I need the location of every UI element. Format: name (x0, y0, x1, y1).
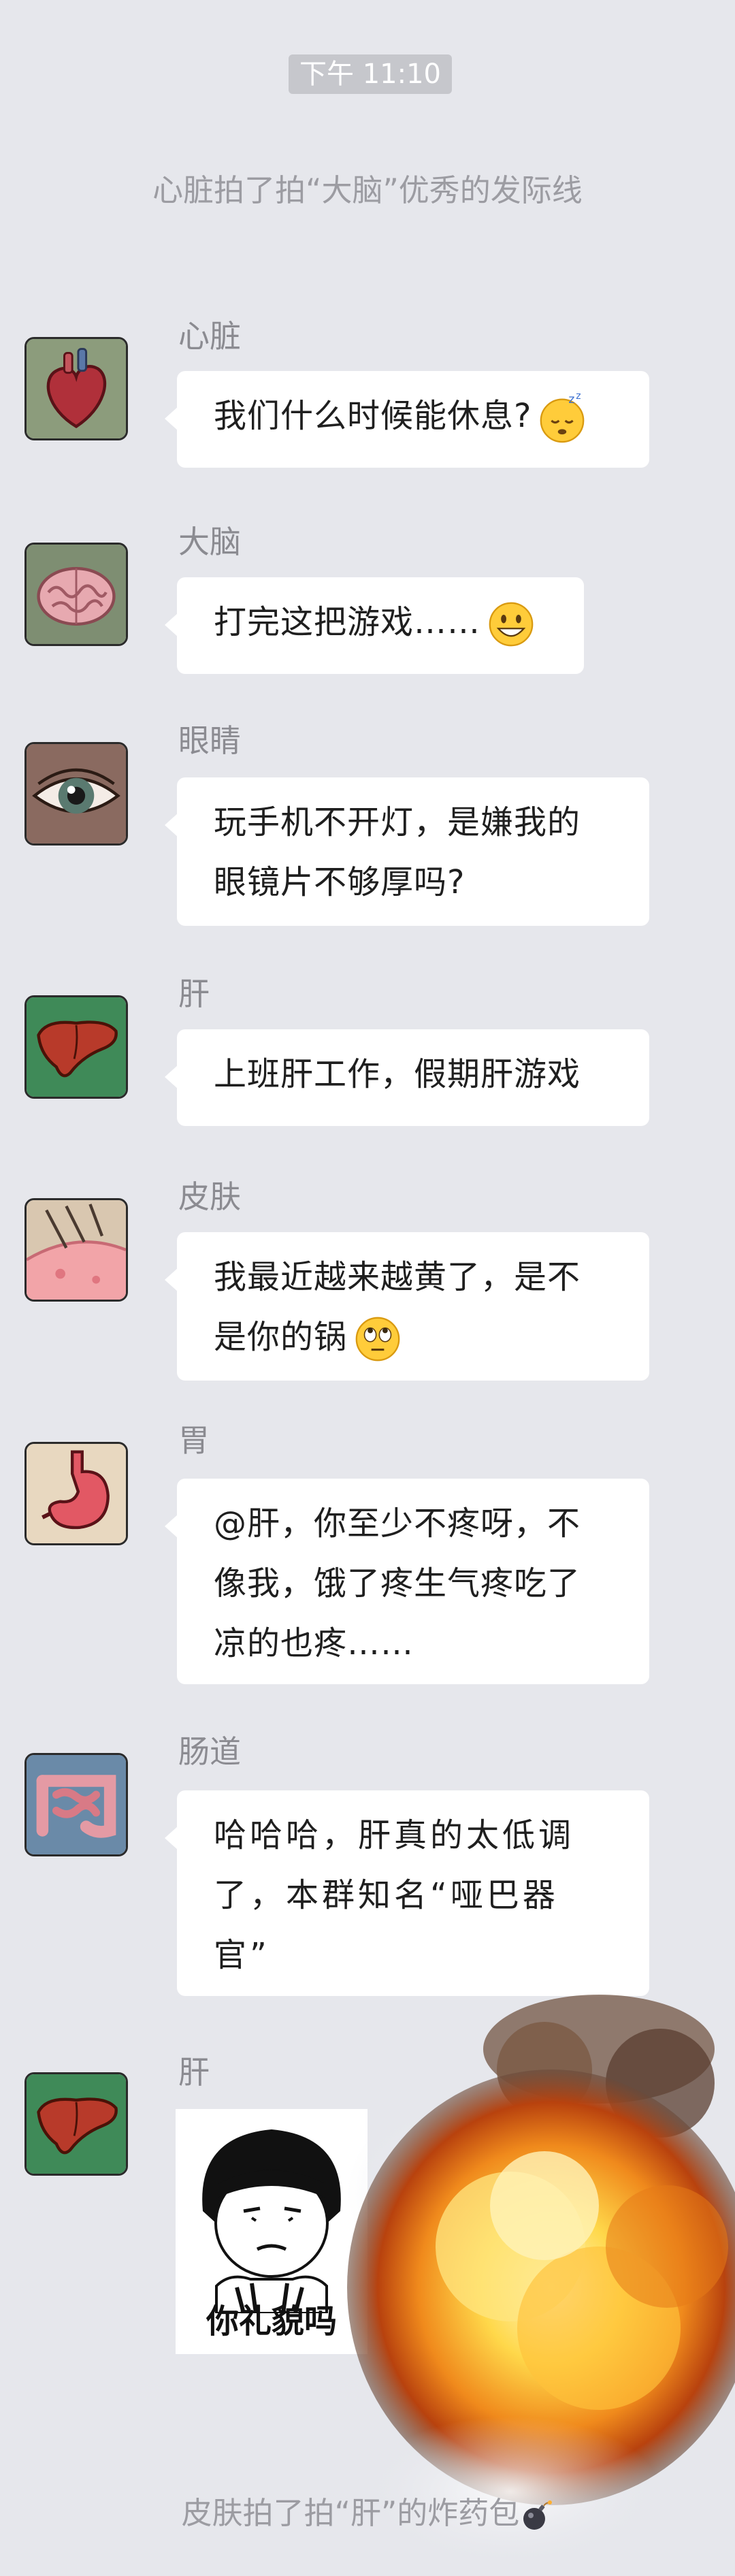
sender-name: 胃 (178, 1422, 210, 1459)
message-text: 打完这把游戏…… (214, 603, 481, 641)
message-text-line: 官” (214, 1936, 270, 1974)
brain-organ-icon (27, 545, 126, 644)
pat-notice-bottom-text: 皮肤拍了拍“肝”的炸药包 (181, 2495, 520, 2531)
message-bubble[interactable]: @肝，你至少不疼呀，不 像我，饿了疼生气疼吃了 凉的也疼…… (165, 1479, 649, 1684)
message-bubble[interactable]: 上班肝工作，假期肝游戏 (165, 1029, 649, 1126)
eye-roll-emoji-icon (351, 1313, 404, 1366)
avatar-skin[interactable] (24, 1198, 128, 1302)
pat-notice-top: 心脏拍了拍“大脑”优秀的发际线 (152, 172, 583, 208)
avatar-stomach[interactable] (24, 1442, 128, 1545)
sticker-caption: 你礼貌吗 (206, 2302, 337, 2340)
sender-name: 心脏 (178, 318, 241, 355)
message-text: 上班肝工作，假期肝游戏 (214, 1055, 581, 1093)
avatar-brain[interactable] (24, 543, 128, 646)
message-bubble[interactable]: 我最近越来越黄了，是不 是你的锅 (165, 1232, 649, 1381)
message-text-line: @肝，你至少不疼呀，不 (214, 1504, 581, 1543)
message-text: 我们什么时候能休息? (214, 397, 532, 435)
skin-organ-icon (27, 1200, 126, 1300)
stomach-organ-icon (27, 1444, 126, 1543)
message-text-line: 像我，饿了疼生气疼吃了 (214, 1564, 581, 1603)
message-text-line: 玩手机不开灯，是嫌我的 (214, 803, 581, 841)
avatar-heart[interactable] (24, 337, 128, 440)
grin-emoji-icon (485, 598, 538, 651)
sender-name: 肠道 (178, 1733, 241, 1770)
sleepy-emoji-icon: zz (536, 391, 589, 445)
message-text-line: 凉的也疼…… (214, 1624, 414, 1662)
meme-sticker[interactable]: 你礼貌吗 (176, 2109, 368, 2354)
message-text-line: 哈哈哈，肝真的太低调 (214, 1816, 575, 1854)
avatar-liver[interactable] (24, 2072, 128, 2176)
bomb-icon (519, 2498, 553, 2532)
message-text-line: 我最近越来越黄了，是不 (214, 1258, 581, 1296)
sender-name: 肝 (178, 976, 210, 1012)
message-bubble[interactable]: 我们什么时候能休息? z z (165, 371, 649, 468)
heart-organ-icon (27, 339, 126, 438)
sender-name: 大脑 (178, 524, 241, 560)
message-bubble[interactable]: 玩手机不开灯，是嫌我的 眼镜片不够厚吗? (165, 777, 649, 926)
meme-face-icon (202, 2129, 341, 2315)
avatar-intestine[interactable] (24, 1753, 128, 1856)
explosion-icon (347, 1995, 735, 2566)
sender-name: 肝 (178, 2054, 210, 2091)
avatar-eye[interactable] (24, 742, 128, 846)
svg-text:z: z (576, 391, 582, 402)
pat-notice-bottom: 皮肤拍了拍“肝”的炸药包 (0, 2493, 735, 2534)
svg-text:z: z (569, 393, 576, 406)
eye-organ-icon (27, 744, 126, 843)
sender-name: 眼睛 (178, 722, 241, 759)
liver-organ-icon (27, 2074, 126, 2174)
intestine-organ-icon (27, 1755, 126, 1854)
message-text-line: 了，本群知名“哑巴器 (214, 1876, 559, 1914)
sender-name: 皮肤 (178, 1178, 241, 1215)
avatar-liver[interactable] (24, 995, 128, 1099)
message-bubble[interactable]: 打完这把游戏…… (165, 577, 584, 674)
timestamp-badge: 下午 11:10 (289, 54, 452, 94)
message-text-line: 眼镜片不够厚吗? (214, 863, 466, 901)
liver-organ-icon (27, 997, 126, 1097)
message-text-line: 是你的锅 (214, 1318, 348, 1356)
message-bubble[interactable]: 哈哈哈，肝真的太低调 了，本群知名“哑巴器 官” (165, 1790, 649, 1996)
explosion-effect (340, 1988, 735, 2573)
